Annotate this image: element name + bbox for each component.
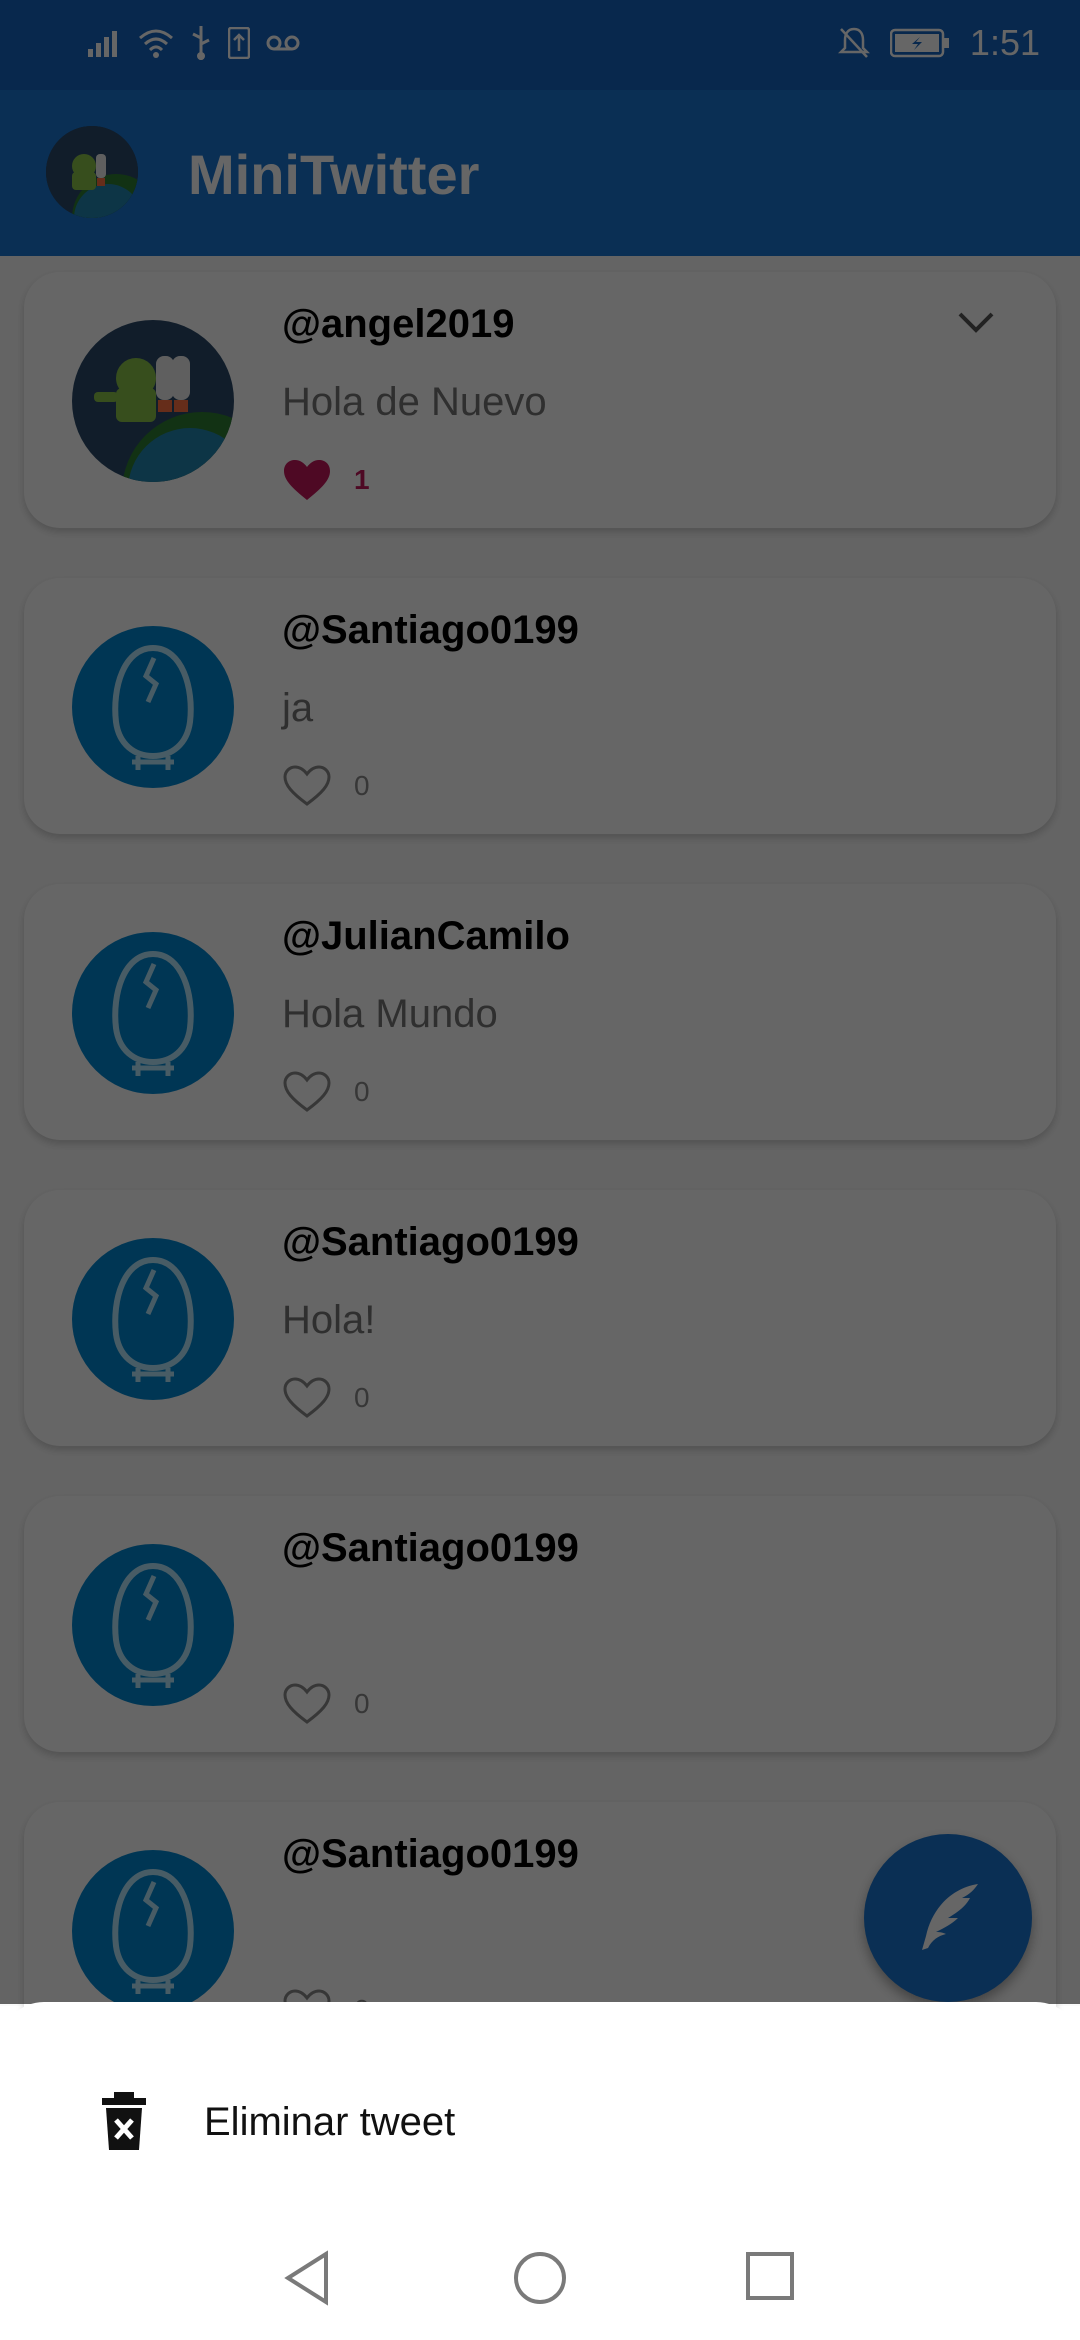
like-count: 1 xyxy=(354,464,370,495)
tweet-card[interactable]: @angel2019 Hola de Nuevo 1 xyxy=(24,272,1056,528)
avatar[interactable] xyxy=(72,626,234,788)
app-title: MiniTwitter xyxy=(188,143,480,206)
system-nav-bar xyxy=(0,2220,1080,2340)
heart-outline-icon xyxy=(283,1683,331,1724)
delete-tweet-option[interactable]: Eliminar tweet xyxy=(0,2052,1080,2192)
heart-outline-icon xyxy=(283,1071,331,1112)
tweet-feed[interactable]: @angel2019 Hola de Nuevo 1 @Santiago0199… xyxy=(0,256,1080,2058)
delete-tweet-label: Eliminar tweet xyxy=(204,2100,456,2144)
recents-icon[interactable] xyxy=(744,2250,796,2302)
chevron-down-icon[interactable] xyxy=(956,310,996,336)
bottom-sheet: Eliminar tweet xyxy=(0,2002,1080,2340)
app-logo[interactable] xyxy=(46,126,138,218)
status-time: 1:51 xyxy=(969,22,1040,63)
avatar[interactable] xyxy=(72,932,234,1094)
heart-outline-icon xyxy=(283,1377,331,1418)
tweet-message: Hola de Nuevo xyxy=(282,380,547,424)
avatar[interactable] xyxy=(72,1238,234,1400)
like-count: 0 xyxy=(354,1688,370,1719)
like-count: 0 xyxy=(354,1382,370,1413)
back-icon[interactable] xyxy=(282,2250,334,2306)
signal-icon xyxy=(88,31,117,57)
tweet-handle[interactable]: @Santiago0199 xyxy=(282,1220,579,1265)
like-button[interactable]: 0 xyxy=(282,764,370,808)
like-button[interactable]: 0 xyxy=(282,1376,370,1420)
usb-icon xyxy=(192,26,210,60)
tweet-handle[interactable]: @Santiago0199 xyxy=(282,608,579,653)
status-bar: 1:51 xyxy=(0,0,1080,90)
tweet-handle[interactable]: @Santiago0199 xyxy=(282,1832,579,1877)
feather-icon xyxy=(922,1884,978,1950)
heart-outline-icon xyxy=(283,765,331,806)
wifi-icon xyxy=(139,29,173,58)
tweet-card[interactable]: @Santiago0199 0 xyxy=(24,1496,1056,1752)
compose-tweet-fab[interactable] xyxy=(864,1834,1032,2002)
tweet-card[interactable]: @Santiago0199 ja 0 xyxy=(24,578,1056,834)
home-icon[interactable] xyxy=(512,2250,568,2306)
heart-filled-icon xyxy=(284,460,330,500)
avatar[interactable] xyxy=(72,1850,234,2012)
tweet-message: Hola! xyxy=(282,1298,376,1342)
tweet-message: Hola Mundo xyxy=(282,992,498,1036)
tweet-card[interactable]: @JulianCamilo Hola Mundo 0 xyxy=(24,884,1056,1140)
battery-charging-icon xyxy=(889,28,949,58)
tweet-message: ja xyxy=(282,686,314,730)
voicemail-icon xyxy=(266,35,300,51)
sim-upload-icon xyxy=(228,27,250,59)
app-bar: MiniTwitter xyxy=(0,90,1080,256)
like-button[interactable]: 0 xyxy=(282,1070,370,1114)
tweet-handle[interactable]: @JulianCamilo xyxy=(282,914,570,959)
like-count: 0 xyxy=(354,770,370,801)
like-button[interactable]: 1 xyxy=(282,458,370,502)
tweet-card[interactable]: @Santiago0199 Hola! 0 xyxy=(24,1190,1056,1446)
like-count: 0 xyxy=(354,1076,370,1107)
avatar[interactable] xyxy=(72,1544,234,1706)
like-button[interactable]: 0 xyxy=(282,1682,370,1726)
tweet-handle[interactable]: @Santiago0199 xyxy=(282,1526,579,1571)
tweet-handle[interactable]: @angel2019 xyxy=(282,302,514,347)
avatar[interactable] xyxy=(72,320,234,482)
delete-icon xyxy=(102,2092,146,2150)
notifications-off-icon xyxy=(837,27,870,58)
